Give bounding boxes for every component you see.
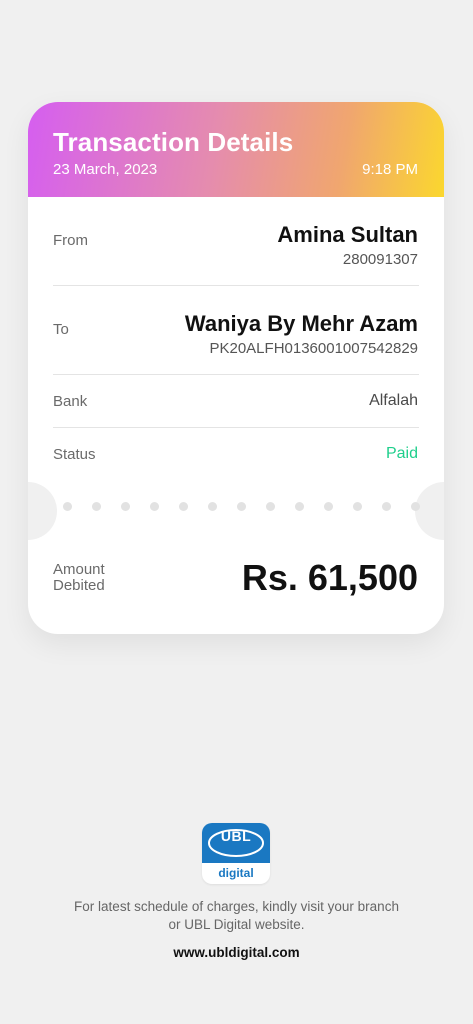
divider [53,374,419,375]
logo-badge: UBL [202,823,270,863]
perforation-dot [266,502,275,511]
perforation-dot [92,502,101,511]
perforation-dot [121,502,130,511]
perforation-dots [63,502,420,512]
perforation-dot [179,502,188,511]
card-header: Transaction Details 23 March, 2023 9:18 … [28,102,444,197]
perforation-dot [63,502,72,511]
status-label: Status [53,446,96,463]
divider [53,285,419,286]
perforation-dot [150,502,159,511]
perforation-dot [324,502,333,511]
transaction-time: 9:18 PM [362,161,418,178]
footer-line1: For latest schedule of charges, kindly v… [74,899,399,914]
amount-value: Rs. 61,500 [241,557,418,598]
perforation-dot [382,502,391,511]
perforation-dot [353,502,362,511]
perforation-dot [237,502,246,511]
amount-label-line1: Amount [53,561,105,578]
to-label: To [53,321,69,338]
status-badge: Paid [385,445,418,462]
ticket-notch-right [415,482,444,540]
transaction-card: Transaction Details 23 March, 2023 9:18 … [28,102,444,634]
footer-line2: or UBL Digital website. [168,917,305,932]
footer-note: For latest schedule of charges, kindly v… [40,898,433,934]
perforation-dot [411,502,420,511]
divider [53,427,419,428]
perforation-dot [208,502,217,511]
page-title: Transaction Details [53,127,294,157]
ubl-digital-logo: UBL digital [202,823,270,884]
perforation-dot [295,502,304,511]
amount-label-line2: Debited [53,577,105,594]
to-name: Waniya By Mehr Azam [184,311,418,336]
ticket-notch-left [28,482,57,540]
website-link[interactable]: www.ubldigital.com [0,945,473,960]
transaction-date: 23 March, 2023 [53,161,158,178]
from-account: 280091307 [342,251,418,268]
bank-label: Bank [53,393,88,410]
logo-text: UBL [220,828,252,844]
to-account: PK20ALFH0136001007542829 [209,340,418,357]
logo-subtext: digital [218,866,254,880]
from-label: From [53,232,88,249]
from-name: Amina Sultan [277,222,418,247]
amount-label: Amount Debited [53,562,105,594]
bank-value: Alfalah [369,392,418,409]
